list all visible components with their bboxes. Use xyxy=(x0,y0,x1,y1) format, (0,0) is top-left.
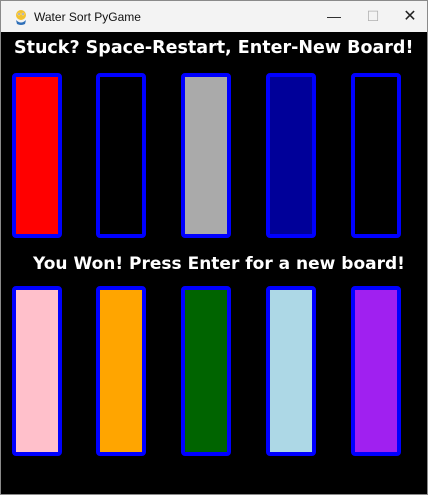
tube-10-liquid xyxy=(355,290,397,452)
instructions-text: Stuck? Space-Restart, Enter-New Board! xyxy=(14,38,414,58)
window-title: Water Sort PyGame xyxy=(34,10,141,24)
tube-2-liquid xyxy=(100,77,142,234)
tube-8[interactable] xyxy=(181,286,231,456)
tube-6-liquid xyxy=(16,290,58,452)
tube-4[interactable] xyxy=(266,73,316,238)
tube-3[interactable] xyxy=(181,73,231,238)
title-bar[interactable]: Water Sort PyGame — ☐ ✕ xyxy=(1,1,427,32)
tube-1[interactable] xyxy=(12,73,62,238)
tube-7-liquid xyxy=(100,290,142,452)
tube-6[interactable] xyxy=(12,286,62,456)
tube-5[interactable] xyxy=(351,73,401,238)
tube-9[interactable] xyxy=(266,286,316,456)
tube-9-liquid xyxy=(270,290,312,452)
game-canvas[interactable]: Stuck? Space-Restart, Enter-New Board! Y… xyxy=(1,32,427,494)
pygame-snake-icon xyxy=(16,10,26,25)
tube-8-liquid xyxy=(185,290,227,452)
tube-3-liquid xyxy=(185,77,227,234)
tube-10[interactable] xyxy=(351,286,401,456)
win-message: You Won! Press Enter for a new board! xyxy=(33,254,405,274)
close-button[interactable]: ✕ xyxy=(387,1,427,32)
game-window: Water Sort PyGame — ☐ ✕ Stuck? Space-Res… xyxy=(0,0,428,495)
tube-7[interactable] xyxy=(96,286,146,456)
tube-1-liquid xyxy=(16,77,58,234)
tube-4-liquid xyxy=(270,77,312,234)
tube-2[interactable] xyxy=(96,73,146,238)
tube-5-liquid xyxy=(355,77,397,234)
